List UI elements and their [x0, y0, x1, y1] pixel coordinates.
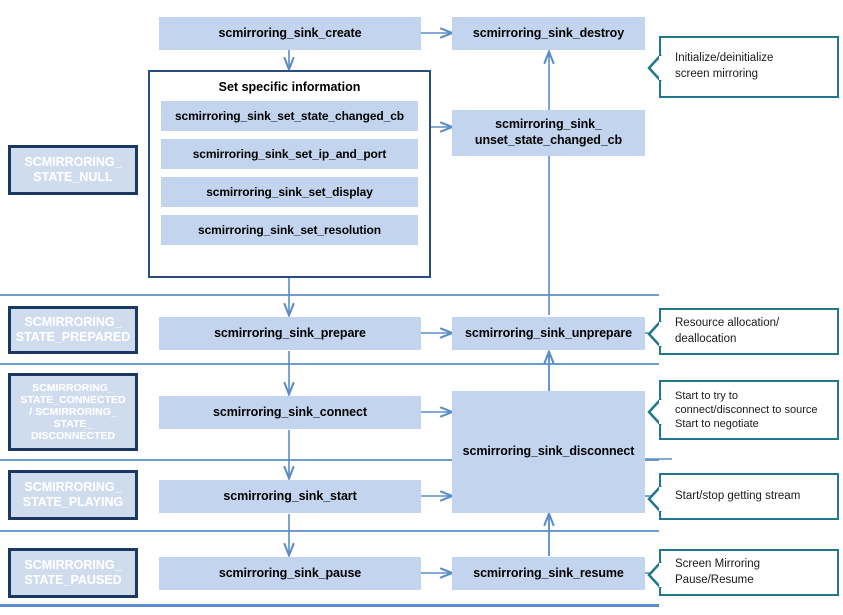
state-label-connected: SCMIRRORING_ STATE_CONNECTED / SCMIRRORI… [8, 373, 138, 451]
api-box-set-display-label: scmirroring_sink_set_display [206, 184, 373, 199]
state-label-paused: SCMIRRORING_ STATE_PAUSED [8, 548, 138, 598]
api-box-unset-state-changed-cb[interactable]: scmirroring_sink_ unset_state_changed_cb [452, 110, 645, 156]
api-box-start[interactable]: scmirroring_sink_start [159, 480, 421, 513]
api-box-pause[interactable]: scmirroring_sink_pause [159, 557, 421, 590]
callout-start-stop-stream-text: Start/stop getting stream [675, 489, 801, 502]
api-box-destroy-label: scmirroring_sink_destroy [472, 25, 625, 40]
api-box-destroy[interactable]: scmirroring_sink_destroy [452, 17, 645, 50]
callout-notch-icon [647, 320, 663, 348]
callout-connect-negotiate-text: Start to try to connect/disconnect to so… [675, 389, 818, 431]
api-box-connect-label: scmirroring_sink_connect [213, 404, 367, 419]
state-label-prepared: SCMIRRORING_ STATE_PREPARED [8, 306, 138, 354]
callout-pause-resume: Screen Mirroring Pause/Resume [647, 549, 839, 596]
callout-resource-allocation: Resource allocation/ deallocation [647, 308, 839, 355]
callout-resource-allocation-text: Resource allocation/ deallocation [675, 316, 780, 345]
api-box-resume-label: scmirroring_sink_resume [473, 565, 624, 580]
api-box-unprepare[interactable]: scmirroring_sink_unprepare [452, 317, 645, 350]
api-box-prepare-label: scmirroring_sink_prepare [214, 325, 366, 340]
api-box-set-state-changed-cb[interactable]: scmirroring_sink_set_state_changed_cb [161, 101, 418, 131]
api-box-set-state-changed-cb-label: scmirroring_sink_set_state_changed_cb [174, 108, 405, 123]
callout-notch-icon [647, 561, 663, 589]
state-label-playing: SCMIRRORING_ STATE_PLAYING [8, 470, 138, 520]
callout-pause-resume-text: Screen Mirroring Pause/Resume [675, 557, 760, 586]
api-box-resume[interactable]: scmirroring_sink_resume [452, 557, 645, 590]
state-label-prepared-text: SCMIRRORING_ STATE_PREPARED [15, 315, 131, 344]
callout-start-stop-stream: Start/stop getting stream [647, 473, 839, 520]
state-label-null-text: SCMIRRORING_ STATE_NULL [24, 155, 122, 184]
api-box-set-ip-and-port[interactable]: scmirroring_sink_set_ip_and_port [161, 139, 418, 169]
api-box-disconnect-label: scmirroring_sink_disconnect [462, 444, 635, 459]
api-box-connect[interactable]: scmirroring_sink_connect [159, 396, 421, 429]
api-box-prepare[interactable]: scmirroring_sink_prepare [159, 317, 421, 350]
api-box-pause-label: scmirroring_sink_pause [218, 565, 362, 580]
api-box-set-resolution-label: scmirroring_sink_set_resolution [198, 222, 381, 237]
api-box-unset-state-changed-cb-label: scmirroring_sink_ unset_state_changed_cb [474, 117, 623, 147]
state-label-playing-text: SCMIRRORING_ STATE_PLAYING [22, 480, 124, 509]
state-diagram-canvas: SCMIRRORING_ STATE_NULL SCMIRRORING_ STA… [0, 0, 843, 615]
api-box-create-label: scmirroring_sink_create [218, 25, 362, 40]
callout-notch-icon [647, 485, 663, 513]
api-box-start-label: scmirroring_sink_start [223, 488, 357, 503]
callout-initialize-deinitialize: Initialize/deinitialize screen mirroring [647, 36, 839, 98]
state-label-connected-text: SCMIRRORING_ STATE_CONNECTED / SCMIRRORI… [20, 381, 126, 443]
state-label-paused-text: SCMIRRORING_ STATE_PAUSED [24, 558, 122, 587]
api-box-create[interactable]: scmirroring_sink_create [159, 17, 421, 50]
callout-notch-icon [647, 398, 663, 426]
api-box-disconnect[interactable]: scmirroring_sink_disconnect [452, 391, 645, 513]
state-label-null: SCMIRRORING_ STATE_NULL [8, 145, 138, 195]
api-box-set-display[interactable]: scmirroring_sink_set_display [161, 177, 418, 207]
set-specific-information-panel: Set specific information scmirroring_sin… [148, 70, 431, 278]
panel-title: Set specific information [218, 80, 361, 94]
api-box-unprepare-label: scmirroring_sink_unprepare [465, 325, 632, 340]
callout-connect-negotiate: Start to try to connect/disconnect to so… [647, 380, 839, 440]
api-box-set-ip-and-port-label: scmirroring_sink_set_ip_and_port [192, 146, 387, 161]
callout-initialize-deinitialize-text: Initialize/deinitialize screen mirroring [675, 52, 774, 80]
callout-notch-icon [647, 54, 663, 82]
api-box-set-resolution[interactable]: scmirroring_sink_set_resolution [161, 215, 418, 245]
